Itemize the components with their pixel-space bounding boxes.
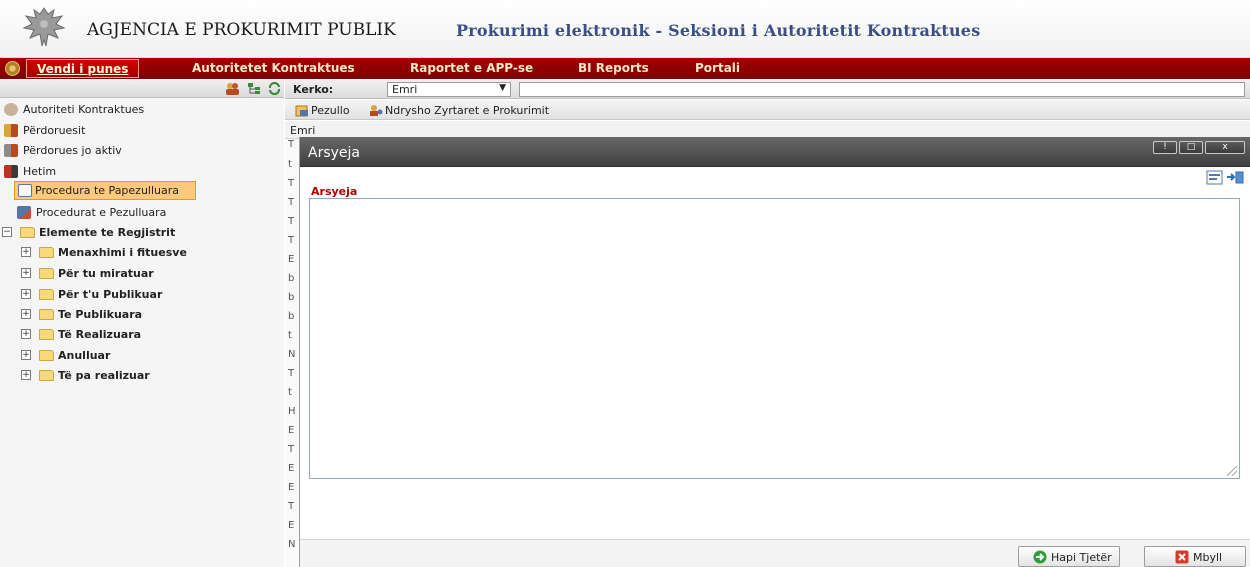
dialog-body: Arsyeja xyxy=(300,168,1250,539)
field-tools xyxy=(1206,170,1246,186)
nav-portali[interactable]: Portali xyxy=(695,61,740,75)
users-icon[interactable] xyxy=(225,82,240,95)
expand-icon[interactable]: + xyxy=(21,268,31,278)
maximize-button[interactable]: □ xyxy=(1179,141,1203,154)
folder-icon xyxy=(39,247,54,258)
tree-item-menaxhimi-i-fituesve[interactable]: + Menaxhimi i fituesve xyxy=(0,244,280,262)
arrow-right-circle-icon xyxy=(1033,550,1047,564)
collapse-icon[interactable]: − xyxy=(2,227,12,237)
authority-icon xyxy=(4,103,18,116)
close-x-icon xyxy=(1175,550,1189,564)
inactive-users-icon xyxy=(4,144,18,157)
tree-item-per-tu-publikuar[interactable]: + Për t'u Publikuar xyxy=(0,286,280,304)
expand-icon[interactable]: + xyxy=(21,329,31,339)
folder-icon xyxy=(39,289,54,300)
main-nav: Vendi i punes Autoritetet Kontraktues Ra… xyxy=(0,58,1250,79)
nav-vendi-i-punes[interactable]: Vendi i punes xyxy=(26,59,140,78)
tree-item-per-tu-miratuar[interactable]: + Për tu miratuar xyxy=(0,265,280,283)
search-label: Kerko: xyxy=(293,83,334,96)
suspended-procedure-icon xyxy=(17,206,31,219)
tree-toolbar xyxy=(0,80,284,98)
expand-icon[interactable]: + xyxy=(21,309,31,319)
refresh-icon[interactable] xyxy=(267,82,282,95)
agency-name: AGJENCIA E PROKURIMIT PUBLIK xyxy=(87,20,396,40)
navigation-tree: Autoriteti Kontraktues Përdoruesit Përdo… xyxy=(0,98,284,567)
procedure-icon xyxy=(18,184,32,197)
folder-icon xyxy=(39,329,54,340)
dialog-title: Arsyeja xyxy=(308,145,360,161)
tree-item-te-realizuara[interactable]: + Të Realizuara xyxy=(0,326,280,344)
albanian-eagle-emblem-icon xyxy=(22,7,66,47)
expand-icon[interactable]: + xyxy=(21,370,31,380)
tree-item-hetim[interactable]: Hetim xyxy=(4,163,274,181)
search-input[interactable] xyxy=(519,82,1245,97)
tree-item-procedurat-e-pezulluara[interactable]: Procedurat e Pezulluara xyxy=(17,204,277,222)
tree-item-autoriteti[interactable]: Autoriteti Kontraktues xyxy=(4,101,274,119)
expand-icon[interactable]: + xyxy=(21,289,31,299)
nav-autoritetet-kontraktues[interactable]: Autoritetet Kontraktues xyxy=(192,61,355,75)
search-field-select[interactable]: Emri ▼ xyxy=(387,82,511,97)
tree-item-te-publikuara[interactable]: + Te Publikuara xyxy=(0,306,280,324)
gear-icon[interactable] xyxy=(5,61,20,76)
tree-item-te-pa-realizuar[interactable]: + Të pa realizuar xyxy=(0,367,280,385)
arsyeja-textarea[interactable] xyxy=(309,198,1240,479)
tree-expand-icon[interactable] xyxy=(247,82,262,95)
folder-icon xyxy=(39,309,54,320)
tree-item-anulluar[interactable]: + Anulluar xyxy=(0,347,280,365)
grid-actions: Pezullo Ndrysho Zyrtaret e Prokurimit xyxy=(285,100,1250,120)
close-icon[interactable]: x xyxy=(1205,141,1245,154)
dialog-footer: Hapi Tjetër Mbyll xyxy=(300,539,1250,567)
folder-icon xyxy=(39,370,54,381)
expand-icon[interactable]: + xyxy=(21,350,31,360)
folder-icon xyxy=(39,350,54,361)
fullscreen-icon[interactable] xyxy=(1226,170,1244,185)
app-header: AGJENCIA E PROKURIMIT PUBLIK Prokurimi e… xyxy=(0,0,1250,58)
mbyll-button[interactable]: Mbyll xyxy=(1144,546,1246,567)
help-button[interactable]: ! xyxy=(1153,141,1177,154)
chevron-down-icon: ▼ xyxy=(499,83,506,93)
form-icon[interactable] xyxy=(1206,170,1223,185)
search-bar: Kerko: Emri ▼ xyxy=(285,80,1250,99)
tree-item-procedura-te-papezulluara[interactable]: Procedura te Papezulluara xyxy=(14,181,196,200)
tree-item-perdorues-jo-aktiv[interactable]: Përdorues jo aktiv xyxy=(4,142,274,160)
hapi-tjeter-button[interactable]: Hapi Tjetër xyxy=(1018,546,1120,567)
investigation-icon xyxy=(4,165,18,178)
nav-bi-reports[interactable]: BI Reports xyxy=(578,61,649,75)
dialog-titlebar[interactable]: Arsyeja ! □ x xyxy=(300,137,1250,167)
section-subtitle: Prokurimi elektronik - Seksioni i Autori… xyxy=(456,21,981,40)
nav-raportet-app[interactable]: Raportet e APP-se xyxy=(410,61,533,75)
resize-grip-icon[interactable] xyxy=(1227,466,1237,476)
tree-item-elemente-te-regjistrit[interactable]: − Elemente te Regjistrit xyxy=(0,224,280,242)
expand-icon[interactable]: + xyxy=(21,247,31,257)
arsyeja-label: Arsyeja xyxy=(311,185,358,198)
change-officials-icon xyxy=(370,105,383,116)
arsyeja-dialog: Arsyeja ! □ x Arsyeja Hapi Tjetër Mbyll xyxy=(299,137,1250,567)
folder-icon xyxy=(39,268,54,279)
tree-item-perdoruesit[interactable]: Përdoruesit xyxy=(4,122,274,140)
folder-icon xyxy=(20,227,35,238)
suspend-icon xyxy=(295,105,308,117)
users-icon xyxy=(4,124,18,137)
